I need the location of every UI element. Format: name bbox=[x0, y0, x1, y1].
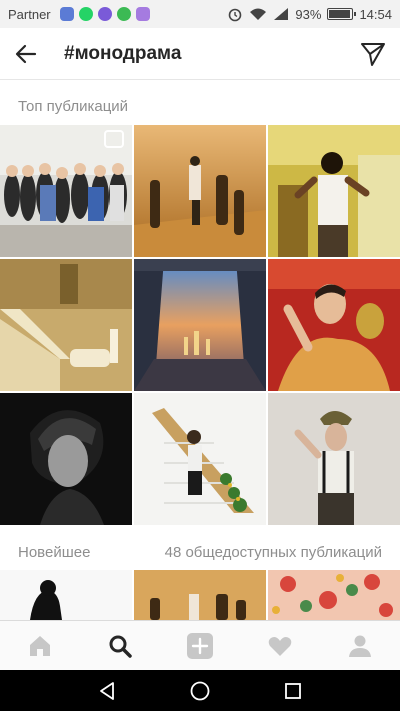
back-triangle-icon[interactable] bbox=[96, 680, 118, 702]
post-thumbnail[interactable] bbox=[268, 125, 400, 257]
tab-activity[interactable] bbox=[260, 626, 300, 666]
top-posts-grid bbox=[0, 125, 400, 525]
alarm-icon bbox=[229, 8, 242, 22]
newest-posts-grid bbox=[0, 570, 400, 620]
tab-profile[interactable] bbox=[340, 626, 380, 666]
post-thumbnail[interactable] bbox=[134, 259, 266, 391]
sync-icon bbox=[116, 7, 131, 21]
post-thumbnail[interactable] bbox=[0, 570, 132, 620]
bottom-tab-bar bbox=[0, 620, 400, 670]
search-icon bbox=[109, 635, 132, 658]
status-bar: Partner 93% 14:54 bbox=[0, 0, 400, 28]
post-thumbnail[interactable] bbox=[268, 259, 400, 391]
battery-icon bbox=[327, 8, 357, 20]
heart-icon bbox=[268, 636, 292, 656]
tab-add[interactable] bbox=[180, 626, 220, 666]
add-icon bbox=[187, 632, 213, 659]
post-thumbnail[interactable] bbox=[0, 125, 132, 257]
signal-icon bbox=[274, 8, 289, 20]
clock: 14:54 bbox=[359, 6, 392, 22]
wifi-icon bbox=[250, 8, 267, 20]
whatsapp-icon bbox=[78, 7, 93, 21]
newest-section-header: Новейшее 48 общедоступных публикаций bbox=[18, 544, 382, 561]
app-notification-icon bbox=[59, 7, 74, 21]
tab-home[interactable] bbox=[20, 626, 60, 666]
recents-square-icon[interactable] bbox=[282, 680, 304, 702]
public-posts-count: 48 общедоступных публикаций bbox=[164, 544, 382, 561]
profile-icon bbox=[349, 635, 371, 657]
post-thumbnail[interactable] bbox=[268, 570, 400, 620]
tab-search[interactable] bbox=[100, 626, 140, 666]
newest-label: Новейшее bbox=[18, 544, 91, 561]
top-posts-label: Топ публикаций bbox=[18, 98, 129, 115]
home-icon bbox=[30, 635, 50, 656]
header: #монодрама bbox=[0, 28, 400, 80]
battery-percent: 93% bbox=[295, 6, 322, 22]
android-navigation-bar bbox=[0, 670, 400, 711]
post-thumbnail[interactable] bbox=[0, 259, 132, 391]
back-arrow-icon[interactable] bbox=[14, 42, 38, 66]
viber-icon bbox=[97, 7, 112, 21]
page-title: #монодрама bbox=[64, 42, 182, 64]
post-thumbnail[interactable] bbox=[134, 125, 266, 257]
post-thumbnail[interactable] bbox=[0, 393, 132, 525]
messenger-icon bbox=[135, 7, 150, 21]
carrier-label: Partner bbox=[8, 6, 51, 22]
post-thumbnail[interactable] bbox=[268, 393, 400, 525]
home-circle-icon[interactable] bbox=[189, 680, 211, 702]
send-icon[interactable] bbox=[360, 41, 386, 67]
post-thumbnail[interactable] bbox=[134, 570, 266, 620]
post-thumbnail[interactable] bbox=[134, 393, 266, 525]
